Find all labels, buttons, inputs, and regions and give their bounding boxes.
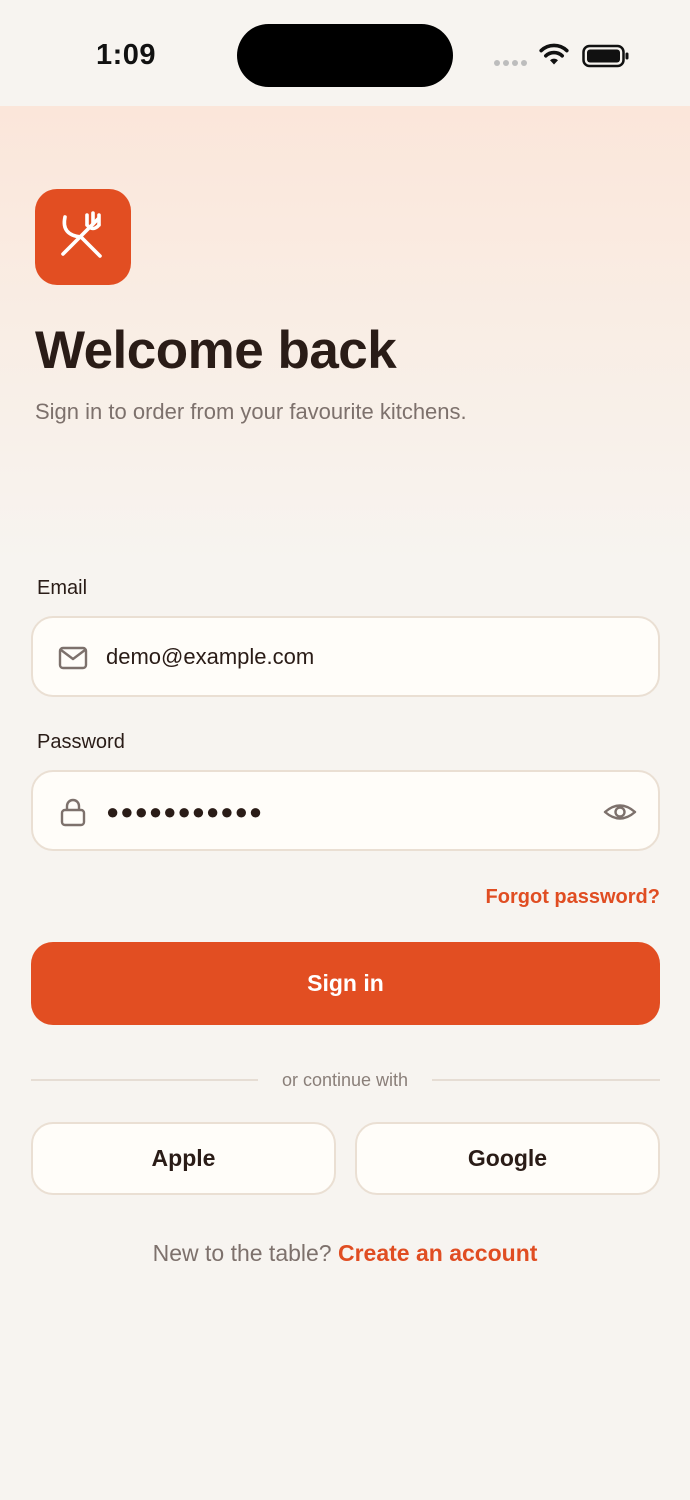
status-time: 1:09 [96, 39, 157, 71]
divider-text: or continue with [281, 1070, 409, 1090]
wifi-icon [539, 43, 569, 65]
divider-right [432, 1079, 660, 1081]
page-subtitle: Sign in to order from your favourite kit… [35, 399, 467, 424]
email-label: Email [37, 577, 88, 599]
status-bar: 1:09 [0, 0, 690, 106]
cellular-signal-icon [494, 60, 530, 68]
divider-left [31, 1079, 258, 1081]
app-logo [35, 189, 131, 285]
dynamic-island [237, 24, 453, 87]
page-title: Welcome back [35, 321, 397, 380]
signup-row: New to the table? Create an account [0, 1236, 690, 1270]
password-input[interactable]: ●●●●●●●●●●● [106, 794, 406, 830]
forgot-password-link[interactable]: Forgot password? [440, 882, 660, 912]
password-field[interactable]: ●●●●●●●●●●● [31, 770, 660, 851]
password-label: Password [37, 731, 125, 753]
signup-prompt: New to the table? [152, 1240, 332, 1266]
eye-icon[interactable] [603, 796, 637, 828]
google-sign-in-button[interactable]: Google [355, 1122, 660, 1195]
sign-in-screen: 1:09 Welcome back Sign in to order from … [0, 0, 690, 1500]
apple-sign-in-button[interactable]: Apple [31, 1122, 336, 1195]
lock-icon [60, 798, 86, 827]
battery-icon [582, 44, 629, 68]
utensils-crossed-icon [61, 211, 102, 258]
email-input[interactable]: demo@example.com [106, 638, 586, 676]
sign-in-button[interactable]: Sign in [31, 942, 660, 1025]
mail-icon [58, 646, 88, 670]
email-field[interactable]: demo@example.com [31, 616, 660, 697]
create-account-link[interactable]: Create an account [338, 1240, 537, 1266]
